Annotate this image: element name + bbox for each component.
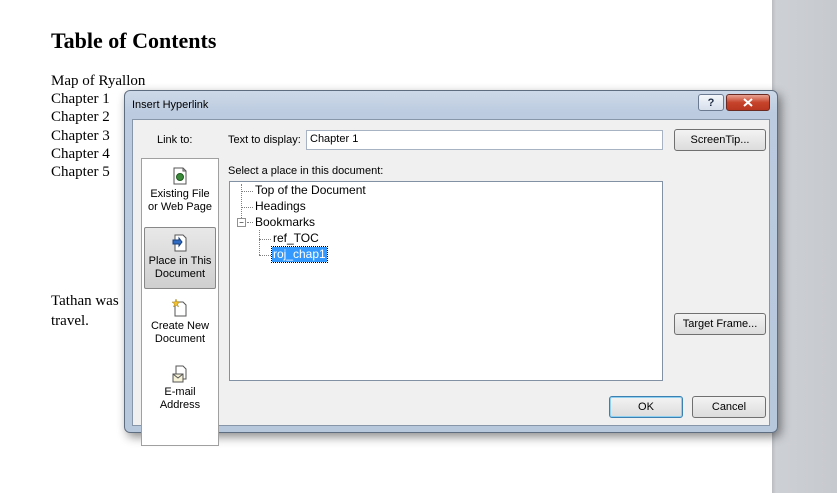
help-button[interactable]: ? xyxy=(698,94,724,111)
toc-line-chapter-1[interactable]: Chapter 1 xyxy=(51,90,110,108)
link-email-address-label: E-mail Address xyxy=(159,386,201,411)
email-icon xyxy=(172,365,187,383)
link-place-in-document[interactable]: Place in This Document xyxy=(144,227,216,289)
toc-line-chapter-4[interactable]: Chapter 4 xyxy=(51,145,110,163)
document-places-tree[interactable]: Top of the Document Headings − Bookmarks… xyxy=(229,181,663,381)
text-to-display-label: Text to display: xyxy=(228,134,301,146)
link-create-new-document[interactable]: Create New Document xyxy=(144,293,216,355)
toc-line-map[interactable]: Map of Ryallon xyxy=(51,72,145,90)
screentip-button[interactable]: ScreenTip... xyxy=(674,129,766,151)
link-to-bar: Existing File or Web Page Place in This … xyxy=(141,158,219,446)
doc-body-line-1: Tathan was xyxy=(51,293,119,309)
tree-item-bookmarks[interactable]: Bookmarks xyxy=(254,215,316,230)
new-document-icon xyxy=(172,299,187,317)
cancel-button[interactable]: Cancel xyxy=(692,396,766,418)
link-existing-file-label: Existing File or Web Page xyxy=(147,188,212,213)
close-button[interactable] xyxy=(726,94,770,111)
collapse-bookmarks-icon[interactable]: − xyxy=(237,218,246,227)
toc-line-chapter-5[interactable]: Chapter 5 xyxy=(51,163,110,181)
doc-body-line-2: travel. xyxy=(51,313,89,329)
close-icon xyxy=(743,98,753,107)
web-page-icon xyxy=(173,167,187,185)
toc-line-chapter-2[interactable]: Chapter 2 xyxy=(51,108,110,126)
link-email-address[interactable]: E-mail Address xyxy=(144,359,216,421)
tree-item-bookmark-ref-toc[interactable]: ref_TOC xyxy=(272,231,320,246)
toc-line-chapter-3[interactable]: Chapter 3 xyxy=(51,127,110,145)
document-place-icon xyxy=(172,234,187,252)
text-to-display-input[interactable]: Chapter 1 xyxy=(306,130,663,150)
link-existing-file[interactable]: Existing File or Web Page xyxy=(144,161,216,223)
tree-item-bookmark-roj-chap1[interactable]: roj_chap1 xyxy=(271,246,328,263)
insert-hyperlink-dialog: Insert Hyperlink ? Link to: Existing Fil… xyxy=(124,90,778,446)
link-place-in-document-label: Place in This Document xyxy=(148,255,212,280)
tree-item-top-of-document[interactable]: Top of the Document xyxy=(254,183,367,198)
doc-heading: Table of Contents xyxy=(51,28,217,53)
link-to-label: Link to: xyxy=(157,134,193,146)
target-frame-button[interactable]: Target Frame... xyxy=(674,313,766,335)
document-margin-area xyxy=(772,0,837,493)
select-place-label: Select a place in this document: xyxy=(228,165,384,177)
tree-item-headings[interactable]: Headings xyxy=(254,199,307,214)
dialog-body: Link to: Existing File or Web Page Place… xyxy=(132,119,770,446)
ok-button[interactable]: OK xyxy=(609,396,683,418)
link-create-new-document-label: Create New Document xyxy=(150,320,210,345)
dialog-title: Insert Hyperlink xyxy=(132,99,209,111)
